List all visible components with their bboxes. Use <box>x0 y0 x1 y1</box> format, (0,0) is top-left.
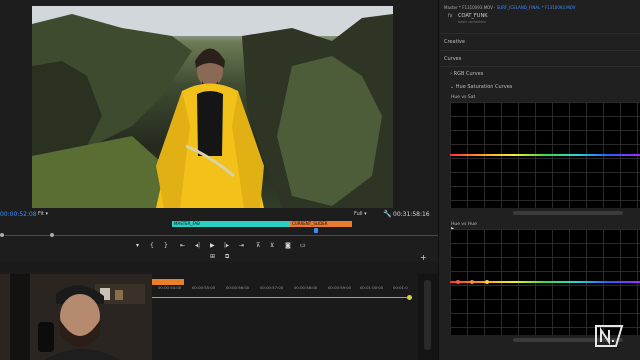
scrub-bar[interactable] <box>0 235 438 236</box>
graph-label: Hue vs Hue <box>451 222 477 227</box>
resolution-dropdown[interactable]: Full ▾ <box>354 211 367 217</box>
webcam-overlay <box>0 274 152 360</box>
mark-in-icon[interactable]: ▾ <box>136 242 139 249</box>
go-to-in-icon[interactable]: ⇤ <box>180 242 185 249</box>
scene-illustration <box>32 6 393 208</box>
add-icon[interactable]: + <box>420 253 427 262</box>
curve-control-point[interactable] <box>485 280 489 284</box>
ruler-tick: 00:00:54:00 <box>158 285 182 290</box>
work-area-bar[interactable] <box>152 297 410 298</box>
rgb-curves-label: RGB Curves <box>453 71 484 77</box>
fx-toggle-icon[interactable]: fx <box>448 13 453 19</box>
section-creative[interactable]: Creative <box>444 39 465 45</box>
export-frame-icon[interactable]: ◙ <box>285 242 291 249</box>
hue-vs-sat-curve[interactable] <box>450 154 640 156</box>
ruler-tick: 00:01:00:00 <box>360 285 384 290</box>
resolution-label: Full <box>354 211 363 217</box>
hue-sat-curves-label: Hue Saturation Curves <box>455 84 513 90</box>
section-rgb-curves[interactable]: › RGB Curves <box>450 71 483 77</box>
section-curves[interactable]: Curves <box>444 56 461 62</box>
divider <box>440 66 640 67</box>
scrub-start-handle[interactable] <box>0 233 4 237</box>
master-clip-name: Master * F1310093.MOV <box>444 5 493 10</box>
zoom-label: Fit <box>38 211 44 217</box>
work-area-end-handle[interactable] <box>407 295 412 300</box>
ruler-tick: 00:00:59:00 <box>328 285 352 290</box>
go-to-out-icon[interactable]: ⇥ <box>239 242 244 249</box>
hue-vs-hue-graph[interactable] <box>450 229 640 335</box>
scrub-handle[interactable] <box>50 233 54 237</box>
clip-master-fab[interactable]: MASTER_FAB <box>172 221 290 227</box>
ruler-tick: 00:01:0 <box>393 285 408 290</box>
playhead-marker[interactable] <box>314 228 318 233</box>
button-editor-icon[interactable]: ⧉ <box>225 253 229 261</box>
mark-in-bracket-icon[interactable]: { <box>150 242 154 249</box>
ruler-tick: 00:00:58:00 <box>294 285 318 290</box>
logo-icon <box>594 324 624 348</box>
step-back-icon[interactable]: ◂| <box>195 242 200 249</box>
sequence-clip-name: SURF_ICELAND_FINAL * F1310093.MOV <box>496 5 576 10</box>
multicam-icon[interactable]: ⊞ <box>210 253 215 260</box>
look-name[interactable]: COAT_FUNK <box>458 13 487 19</box>
hue-vs-sat-graph[interactable] <box>450 102 640 208</box>
clip-source-label[interactable]: Master * F1310093.MOV · SURF_ICELAND_FIN… <box>444 5 576 10</box>
comparison-view-icon[interactable]: ▭ <box>300 242 306 249</box>
divider <box>440 33 640 34</box>
graph-scrollbar[interactable] <box>513 211 623 215</box>
play-icon[interactable]: ▶ <box>210 242 215 249</box>
clip-current-slider[interactable]: CURRENT_SLIDER <box>290 221 352 227</box>
step-forward-icon[interactable]: |▸ <box>224 242 229 249</box>
curve-control-point[interactable] <box>470 280 474 284</box>
ruler-tick: 00:00:57:00 <box>260 285 284 290</box>
duration-timecode: 00:31:58:16 <box>393 211 430 218</box>
curve-control-point[interactable] <box>456 280 460 284</box>
basic-correction-label: basic correction <box>458 20 486 24</box>
clip-label: CURRENT_SLIDER <box>292 221 328 226</box>
extract-icon[interactable]: ⊻ <box>270 242 274 249</box>
lift-icon[interactable]: ⊼ <box>256 242 260 249</box>
graph-label: Hue vs Sat <box>451 95 476 100</box>
clip-label: MASTER_FAB <box>174 221 200 226</box>
ruler-tick: 00:00:56:00 <box>226 285 250 290</box>
mark-out-icon[interactable]: } <box>164 242 168 249</box>
logo-graphic <box>595 325 624 347</box>
timeline-vertical-scrollbar[interactable] <box>424 280 431 350</box>
presenter-illustration <box>0 274 152 360</box>
wrench-icon[interactable]: 🔧 <box>383 210 392 218</box>
zoom-fit-dropdown[interactable]: Fit ▾ <box>38 211 48 217</box>
ruler-tick: 00:00:55:00 <box>192 285 216 290</box>
hue-vs-hue-curve[interactable] <box>450 281 640 283</box>
divider <box>440 50 640 51</box>
section-hue-sat-curves[interactable]: ⌄ Hue Saturation Curves <box>450 84 512 90</box>
video-frame[interactable] <box>32 6 393 208</box>
current-timecode[interactable]: 00:00:52:08 <box>0 211 37 218</box>
